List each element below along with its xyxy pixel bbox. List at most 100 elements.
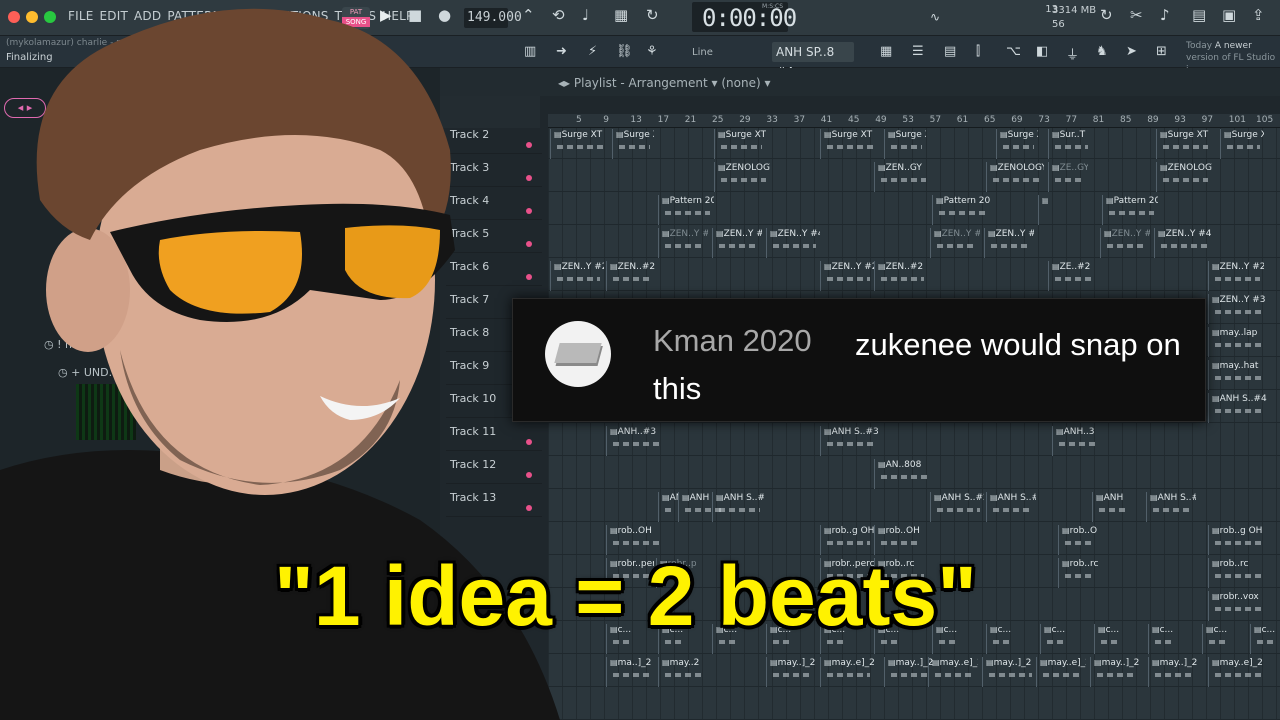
playlist-clip[interactable]: ZEN..Y #4 xyxy=(658,228,708,258)
playlist-clip[interactable]: Surge XT xyxy=(1220,129,1264,159)
playlist-clip[interactable]: Surge XT xyxy=(612,129,654,159)
playlist-clip[interactable]: Surge XT xyxy=(714,129,766,159)
arrow-icon[interactable]: ➤ xyxy=(1126,44,1137,59)
playlist-clip[interactable]: robr..vox xyxy=(1208,591,1266,621)
playlist-clip[interactable]: rob..rc xyxy=(1208,558,1266,588)
menu-edit[interactable]: EDIT xyxy=(100,9,129,23)
tempo-display[interactable]: 149.000 xyxy=(464,8,522,28)
playlist-clip[interactable]: Pattern 20 xyxy=(658,195,714,225)
stamp-icon[interactable]: ⚘ xyxy=(646,44,658,59)
menu-view[interactable]: VIEW xyxy=(236,9,268,23)
playlist-clip[interactable]: ZEN..Y #4 xyxy=(1154,228,1214,258)
menu-patterns[interactable]: PATTERNS xyxy=(167,9,229,23)
track-header[interactable]: Track 5 xyxy=(446,221,542,253)
playlist-icon[interactable]: ▤ xyxy=(944,44,956,59)
menu-add[interactable]: ADD xyxy=(134,9,161,23)
playlist-clip[interactable]: ZENOLOGY xyxy=(714,162,770,192)
microphone-icon[interactable]: ♪ xyxy=(1160,6,1170,24)
browser-item-history[interactable]: ◷ ! n... xyxy=(44,338,82,351)
playlist-clip[interactable]: may..2 xyxy=(658,657,708,687)
blend-notes-icon[interactable]: ↻ xyxy=(646,6,659,24)
refresh-icon[interactable]: ↻ xyxy=(1100,6,1113,24)
mixer-icon[interactable]: ☰ xyxy=(912,44,924,59)
playlist-clip[interactable]: c... xyxy=(1040,624,1070,654)
playlist-clip[interactable]: ZEN..#2 xyxy=(874,261,928,291)
playlist-clip[interactable]: may..e]_2 xyxy=(820,657,874,687)
metronome-icon[interactable]: ⌃ xyxy=(522,6,535,24)
playlist-clip[interactable]: ANH S..#3 xyxy=(820,426,880,456)
playlist-clip[interactable]: may..]_2 xyxy=(766,657,816,687)
playlist-clip[interactable]: ZEN..Y #2 xyxy=(820,261,874,291)
playlist-clip[interactable]: ANH S..#2 xyxy=(986,492,1036,522)
playlist-clip[interactable]: ZE..GY xyxy=(1048,162,1088,192)
playlist-clip[interactable]: may..]_2 xyxy=(1148,657,1198,687)
track-mute-dot[interactable] xyxy=(526,175,532,181)
close-window-button[interactable] xyxy=(8,11,20,23)
plug-icon[interactable]: ⏚ xyxy=(1066,44,1079,63)
playlist-clip[interactable]: ANH xyxy=(1038,195,1048,225)
playlist-clip[interactable]: ZEN..Y #4 xyxy=(712,228,762,258)
record-icon[interactable]: ● xyxy=(438,6,451,24)
playlist-clip[interactable]: may..]_2 xyxy=(982,657,1036,687)
playlist-clip[interactable]: Surge XT xyxy=(884,129,926,159)
plugin-icon[interactable]: ⚡ xyxy=(588,44,597,59)
save-icon[interactable]: ▣ xyxy=(1222,6,1236,24)
playlist-clip[interactable]: ZEN..Y #4 xyxy=(930,228,980,258)
playlist-clip[interactable]: ANH xyxy=(1092,492,1132,522)
person-icon[interactable]: ♞ xyxy=(1096,44,1108,59)
playlist-clip[interactable]: c... xyxy=(1202,624,1232,654)
playlist-clip[interactable]: c... xyxy=(1250,624,1278,654)
snap-selector[interactable]: Line xyxy=(676,44,766,62)
track-header[interactable]: Track 2 xyxy=(446,122,542,154)
cut-icon[interactable]: ✂ xyxy=(1130,6,1143,24)
track-mute-dot[interactable] xyxy=(526,439,532,445)
track-header[interactable]: Track 13 xyxy=(446,485,542,517)
playlist-clip[interactable]: Sur..T xyxy=(1048,129,1092,159)
typing-keyboard-icon[interactable]: ▦ xyxy=(614,6,628,24)
playlist-clip[interactable]: ZENOLOGY xyxy=(986,162,1044,192)
playlist-clip[interactable]: ANH..#3 xyxy=(606,426,666,456)
track-header[interactable]: Track 6 xyxy=(446,254,542,286)
playlist-clip[interactable]: may..lap xyxy=(1208,327,1268,357)
export-icon[interactable]: ⇪ xyxy=(1252,6,1265,24)
playlist-clip[interactable]: Surge XT xyxy=(1156,129,1212,159)
track-header[interactable]: Track 3 xyxy=(446,155,542,187)
playlist-clip[interactable]: may..]_2 xyxy=(1090,657,1140,687)
track-mute-dot[interactable] xyxy=(526,274,532,280)
track-mute-dot[interactable] xyxy=(526,208,532,214)
playlist-clip[interactable]: c... xyxy=(1094,624,1124,654)
playlist-clip[interactable]: rob..OH xyxy=(1058,525,1098,555)
playlist-clip[interactable]: ma..]_2 xyxy=(606,657,656,687)
track-mute-dot[interactable] xyxy=(526,142,532,148)
playlist-clip[interactable]: may..e]_2 xyxy=(1208,657,1266,687)
playlist-clip[interactable]: AN..808 xyxy=(874,459,934,489)
song-time-display[interactable]: 0:00:00 M:S:CS xyxy=(692,2,797,32)
playlist-clip[interactable]: Surge XT xyxy=(996,129,1038,159)
playlist-clip[interactable]: Surge XT xyxy=(820,129,878,159)
browser-item-undo[interactable]: ◷ + UND... xyxy=(58,366,119,379)
playlist-clip[interactable]: ZEN..Y #3 xyxy=(1208,294,1266,324)
playlist-clip[interactable]: ZE..#2 xyxy=(1048,261,1098,291)
playlist-clip[interactable]: ZEN..Y #2 xyxy=(1208,261,1264,291)
playlist-clip[interactable]: ZEN..Y #2 xyxy=(550,261,604,291)
playlist-clip[interactable]: ZEN..Y #4 xyxy=(984,228,1034,258)
playlist-clip[interactable]: ANH S..#2 xyxy=(712,492,764,522)
track-header[interactable]: Track 12 xyxy=(446,452,542,484)
playlist-clip[interactable]: ANH S..#2 xyxy=(1146,492,1196,522)
track-mute-dot[interactable] xyxy=(526,505,532,511)
playlist-clip[interactable]: c... xyxy=(1148,624,1178,654)
play-icon[interactable]: ▶ xyxy=(380,6,392,24)
playlist-clip[interactable]: ANH..3 xyxy=(1052,426,1102,456)
track-header[interactable]: Track 4 xyxy=(446,188,542,220)
menu-file[interactable]: FILE xyxy=(68,9,94,23)
routing-icon[interactable]: ⌥ xyxy=(1006,44,1021,59)
playlist-clip[interactable]: may..hat xyxy=(1208,360,1268,390)
playlist-clip[interactable]: ANH S..#4 xyxy=(1208,393,1268,423)
timeline-ruler[interactable]: 5 9 13 17 21 25 29 33 37 41 45 49 53 57 61 65 69 73 77 81 85… xyxy=(548,114,1280,128)
playlist-clip[interactable]: ANH S..#2 xyxy=(930,492,984,522)
loop-record-icon[interactable]: ⟲ xyxy=(552,6,565,24)
playlist-clip[interactable]: c... xyxy=(986,624,1016,654)
track-mute-dot[interactable] xyxy=(526,472,532,478)
minimize-window-button[interactable] xyxy=(26,11,38,23)
template-icon[interactable]: ▤ xyxy=(1192,6,1206,24)
